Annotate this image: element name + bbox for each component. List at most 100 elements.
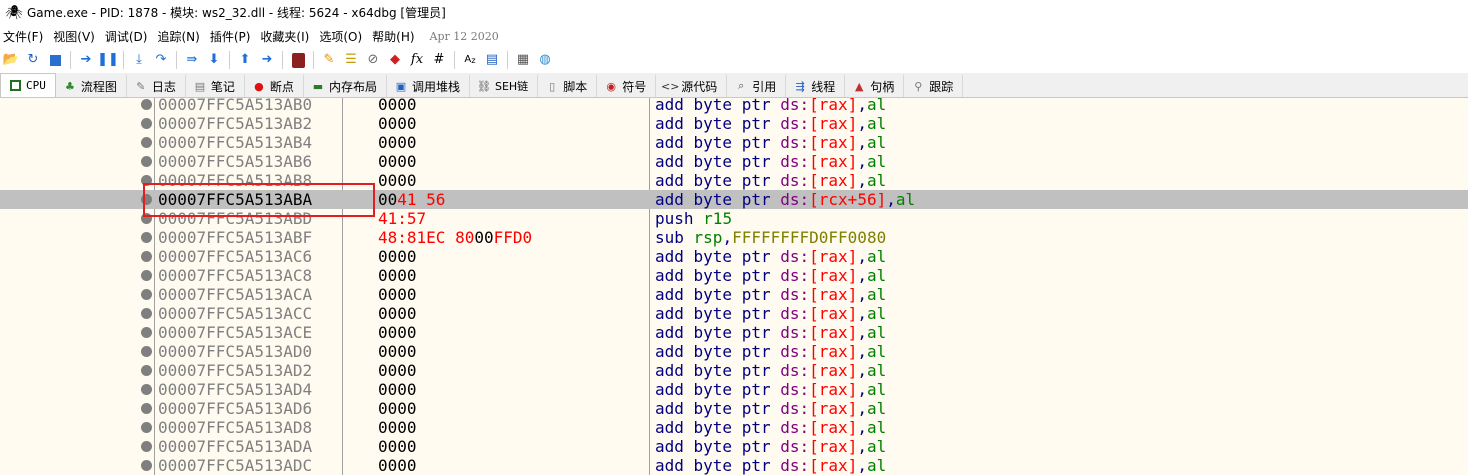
disasm-row[interactable]: 00007FFC5A513ACC 0000 add byte ptr ds:[rax… — [0, 304, 1468, 323]
menu-file[interactable]: 文件(F) — [0, 28, 50, 45]
disasm-row[interactable]: 00007FFC5A513AD4 0000 add byte ptr ds:[rax… — [0, 380, 1468, 399]
tab-graph[interactable]: ♣ 流程图 — [56, 75, 127, 97]
breakpoint-marker-icon[interactable] — [141, 194, 152, 205]
open-icon[interactable]: 📂 — [2, 51, 20, 69]
disasm-row[interactable]: 00007FFC5A513ACA 0000 add byte ptr ds:[rax… — [0, 285, 1468, 304]
restart-icon[interactable]: ↻ — [24, 51, 42, 69]
breakpoint-marker-icon[interactable] — [141, 137, 152, 148]
disasm-row[interactable]: 00007FFC5A513ABF 48:81EC 8000FFD0 sub rsp,… — [0, 228, 1468, 247]
menu-options[interactable]: 选项(O) — [316, 28, 369, 45]
tab-seh[interactable]: ⛓ SEH链 — [470, 75, 539, 97]
pause-icon[interactable]: ❚❚ — [97, 51, 119, 69]
run-icon[interactable]: ➔ — [77, 51, 95, 69]
disasm-row[interactable]: 00007FFC5A513ABD 41:57 push r15 — [0, 209, 1468, 228]
menu-help[interactable]: 帮助(H) — [369, 28, 421, 45]
breakpoint-marker-icon[interactable] — [141, 441, 152, 452]
disasm-row[interactable]: 00007FFC5A513AC8 0000 add byte ptr ds:[rax… — [0, 266, 1468, 285]
disasm-row[interactable]: 00007FFC5A513ABA 0041 56 add byte ptr ds:[… — [0, 190, 1468, 209]
tab-memory-map[interactable]: ▬ 内存布局 — [304, 75, 387, 97]
breakpoint-marker-icon[interactable] — [141, 308, 152, 319]
menu-plugins[interactable]: 插件(P) — [207, 28, 258, 45]
instruction-token: ] — [876, 190, 887, 209]
breakpoint-marker-icon[interactable] — [141, 289, 152, 300]
disasm-row[interactable]: 00007FFC5A513ADA 0000 add byte ptr ds:[rax… — [0, 437, 1468, 456]
address-cell: 00007FFC5A513AD0 — [158, 342, 313, 361]
instruction-token: ] — [847, 171, 858, 190]
menu-view[interactable]: 视图(V) — [50, 28, 102, 45]
bookmarks-icon[interactable]: ◆ — [386, 51, 404, 69]
breakpoint-marker-icon[interactable] — [141, 403, 152, 414]
tab-breakpoints[interactable]: ● 断点 — [245, 75, 304, 97]
disasm-row[interactable]: 00007FFC5A513ACE 0000 add byte ptr ds:[rax… — [0, 323, 1468, 342]
tab-cpu[interactable]: CPU — [0, 73, 56, 97]
trace-into-icon[interactable]: ⇛ — [183, 51, 201, 69]
scylla-icon[interactable] — [289, 51, 307, 69]
patches-icon[interactable]: ✎ — [320, 51, 338, 69]
tab-references[interactable]: ⌕ 引用 — [727, 75, 787, 97]
breakpoint-marker-icon[interactable] — [141, 118, 152, 129]
tab-source[interactable]: <> 源代码 — [656, 75, 728, 97]
instruction-token: al — [866, 247, 887, 266]
variables-icon[interactable]: ▤ — [483, 51, 501, 69]
breakpoint-marker-icon[interactable] — [141, 270, 152, 281]
functions-icon[interactable]: fx — [408, 51, 426, 69]
tab-symbols[interactable]: ◉ 符号 — [597, 75, 657, 97]
breakpoint-marker-icon[interactable] — [141, 175, 152, 186]
toolbar-separator — [229, 51, 230, 69]
instruction-token: rax — [818, 456, 848, 475]
bytes-cell: 0000 — [378, 437, 417, 456]
breakpoint-marker-icon[interactable] — [141, 99, 152, 110]
tab-handles[interactable]: ▲ 句柄 — [845, 75, 905, 97]
instruction-cell: add byte ptr ds:[rax],al — [655, 266, 886, 285]
comments-icon[interactable]: ☰ — [342, 51, 360, 69]
disasm-row[interactable]: 00007FFC5A513AD0 0000 add byte ptr ds:[rax… — [0, 342, 1468, 361]
disasm-row[interactable]: 00007FFC5A513AB2 0000 add byte ptr ds:[rax… — [0, 114, 1468, 133]
disasm-row[interactable]: 00007FFC5A513AB6 0000 add byte ptr ds:[rax… — [0, 152, 1468, 171]
run-to-user-code-icon[interactable]: ➜ — [258, 51, 276, 69]
disasm-row[interactable]: 00007FFC5A513ADC 0000 add byte ptr ds:[rax… — [0, 456, 1468, 475]
trace-over-icon[interactable]: ⬇ — [205, 51, 223, 69]
tab-trace[interactable]: ⚲ 跟踪 — [904, 75, 964, 97]
stop-icon[interactable] — [46, 51, 64, 69]
breakpoint-marker-icon[interactable] — [141, 346, 152, 357]
strings-icon[interactable]: Az — [461, 51, 479, 69]
disasm-row[interactable]: 00007FFC5A513AB4 0000 add byte ptr ds:[rax… — [0, 133, 1468, 152]
disasm-row[interactable]: 00007FFC5A513AD2 0000 add byte ptr ds:[rax… — [0, 361, 1468, 380]
breakpoint-marker-icon[interactable] — [141, 232, 152, 243]
help-globe-icon[interactable]: ◍ — [536, 51, 554, 69]
instruction-token: al — [866, 361, 887, 380]
execute-till-return-icon[interactable]: ⬆ — [236, 51, 254, 69]
disasm-row[interactable]: 00007FFC5A513AD6 0000 add byte ptr ds:[rax… — [0, 399, 1468, 418]
tab-threads[interactable]: ⇶ 线程 — [786, 75, 846, 97]
bytes-cell: 0000 — [378, 380, 417, 399]
menu-debug[interactable]: 调试(D) — [102, 28, 155, 45]
breakpoint-marker-icon[interactable] — [141, 365, 152, 376]
breakpoint-marker-icon[interactable] — [141, 422, 152, 433]
disassembly-view[interactable]: 00007FFC5A513AB0 0000 add byte ptr ds:[rax… — [0, 95, 1468, 475]
tab-log[interactable]: ✎ 日志 — [127, 75, 186, 97]
bytes-cell: 0000 — [378, 133, 417, 152]
disasm-row[interactable]: 00007FFC5A513AB0 0000 add byte ptr ds:[rax… — [0, 95, 1468, 114]
byte-segment: 0000 — [378, 380, 417, 399]
step-into-icon[interactable]: ⤓ — [130, 51, 148, 69]
instruction-token: add byte ptr — [655, 114, 781, 133]
tab-notes[interactable]: ▤ 笔记 — [186, 75, 245, 97]
breakpoint-marker-icon[interactable] — [141, 384, 152, 395]
breakpoint-marker-icon[interactable] — [141, 156, 152, 167]
tab-script[interactable]: ▯ 脚本 — [538, 75, 598, 97]
byte-segment: 0000 — [378, 266, 417, 285]
step-over-icon[interactable]: ↷ — [152, 51, 170, 69]
menu-trace[interactable]: 追踪(N) — [154, 28, 206, 45]
disasm-row[interactable]: 00007FFC5A513AB8 0000 add byte ptr ds:[rax… — [0, 171, 1468, 190]
disasm-row[interactable]: 00007FFC5A513AC6 0000 add byte ptr ds:[rax… — [0, 247, 1468, 266]
menu-favourites[interactable]: 收藏夹(I) — [257, 28, 316, 45]
tab-call-stack[interactable]: ▣ 调用堆栈 — [387, 75, 470, 97]
breakpoint-marker-icon[interactable] — [141, 213, 152, 224]
breakpoint-marker-icon[interactable] — [141, 251, 152, 262]
disasm-row[interactable]: 00007FFC5A513AD8 0000 add byte ptr ds:[rax… — [0, 418, 1468, 437]
calculator-icon[interactable]: ▦ — [514, 51, 532, 69]
breakpoint-marker-icon[interactable] — [141, 460, 152, 471]
breakpoint-marker-icon[interactable] — [141, 327, 152, 338]
hash-icon[interactable]: # — [430, 51, 448, 69]
labels-icon[interactable]: ⊘ — [364, 51, 382, 69]
